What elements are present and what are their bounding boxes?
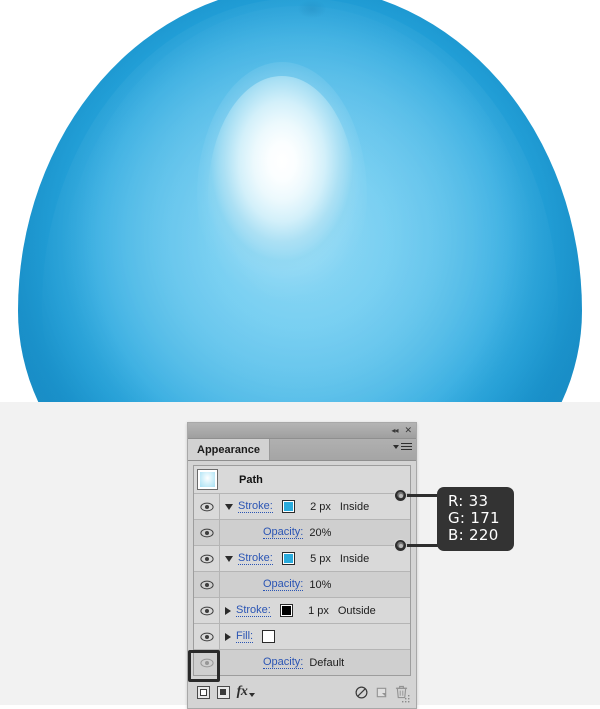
fx-caret-icon [249, 692, 256, 697]
appearance-row-stroke-2[interactable]: Stroke: 5 px Inside [194, 546, 410, 572]
path-thumbnail [197, 469, 218, 490]
visibility-toggle-opacity-1[interactable] [194, 520, 220, 545]
rgb-red-value: R: 33 [448, 492, 489, 510]
add-new-fill-icon [216, 685, 230, 699]
stroke-link-3[interactable]: Stroke: [236, 604, 271, 617]
stroke-link-1[interactable]: Stroke: [238, 500, 273, 513]
disclosure-triangle-stroke-3[interactable] [225, 606, 231, 615]
eye-icon [199, 606, 214, 615]
fill-color-swatch[interactable] [262, 630, 276, 643]
add-new-stroke-icon [196, 685, 210, 699]
stroke-width-1[interactable]: 2 px [303, 501, 331, 513]
stroke-width-3[interactable]: 1 px [301, 605, 329, 617]
disclosure-triangle-stroke-2[interactable] [225, 555, 233, 562]
fx-icon: fx [236, 684, 248, 699]
stroke-width-2[interactable]: 5 px [303, 553, 331, 565]
eye-icon [199, 632, 214, 641]
path-label: Path [239, 473, 263, 486]
appearance-row-opacity-2[interactable]: Opacity: 10% [194, 572, 410, 598]
stroke-alignment-2[interactable]: Inside [340, 553, 369, 565]
stroke-color-swatch-2[interactable] [281, 552, 295, 565]
panel-menu-icon[interactable] [393, 443, 412, 450]
stroke-link-2[interactable]: Stroke: [238, 552, 273, 565]
appearance-row-path[interactable]: Path [194, 466, 410, 494]
eye-icon [199, 554, 214, 563]
artwork-canvas [0, 0, 600, 402]
duplicate-item-button[interactable] [371, 683, 391, 701]
opacity-link-1[interactable]: Opacity: [263, 526, 304, 539]
tab-appearance-label: Appearance [197, 443, 260, 456]
opacity-value-1[interactable]: 20% [309, 527, 331, 539]
visibility-toggle-stroke-3[interactable] [194, 598, 220, 623]
panel-bottom-toolbar: fx [193, 680, 411, 704]
eye-icon [199, 502, 214, 511]
collapse-to-icons-icon[interactable]: ◂◂ [391, 426, 398, 435]
opacity-value-default[interactable]: Default [309, 657, 344, 669]
callout-anchor-stroke-1 [394, 489, 407, 502]
egg-top-spot [298, 0, 326, 18]
appearance-row-opacity-default[interactable]: Opacity: Default [194, 650, 410, 675]
opacity-value-2[interactable]: 10% [309, 579, 331, 591]
appearance-row-stroke-1[interactable]: Stroke: 2 px Inside [194, 494, 410, 520]
stroke-alignment-1[interactable]: Inside [340, 501, 369, 513]
visibility-toggle-opacity-default[interactable] [194, 650, 220, 675]
add-new-stroke-button[interactable] [193, 683, 213, 701]
rgb-blue-value: B: 220 [448, 526, 499, 544]
close-icon[interactable]: ✕ [404, 426, 412, 435]
visibility-toggle-opacity-2[interactable] [194, 572, 220, 597]
panel-titlebar[interactable]: ◂◂ ✕ [188, 423, 416, 439]
panel-tabbar: Appearance [188, 439, 416, 461]
rgb-green-value: G: 171 [448, 509, 500, 527]
duplicate-item-icon [376, 687, 386, 697]
eye-icon [199, 580, 214, 589]
stroke-color-swatch-3[interactable] [279, 604, 293, 617]
appearance-row-stroke-3[interactable]: Stroke: 1 px Outside [194, 598, 410, 624]
add-new-fill-button[interactable] [213, 683, 233, 701]
clear-appearance-icon [355, 686, 367, 698]
visibility-toggle-stroke-2[interactable] [194, 546, 220, 571]
opacity-link-default[interactable]: Opacity: [263, 656, 304, 669]
disclosure-triangle-fill[interactable] [225, 632, 231, 641]
appearance-row-opacity-1[interactable]: Opacity: 20% [194, 520, 410, 546]
clear-appearance-button[interactable] [351, 683, 371, 701]
visibility-toggle-fill[interactable] [194, 624, 220, 649]
stroke-alignment-3[interactable]: Outside [338, 605, 376, 617]
panel-menu-lines-icon [401, 443, 412, 450]
visibility-toggle-stroke-1[interactable] [194, 494, 220, 519]
eye-icon [199, 658, 214, 667]
appearance-item-list: Path Stroke: 2 px Inside Opacity: 20% St… [193, 465, 411, 676]
resize-grip[interactable] [401, 694, 411, 704]
disclosure-triangle-stroke-1[interactable] [225, 503, 233, 510]
rgb-callout: R: 33 G: 171 B: 220 [437, 487, 514, 551]
stroke-color-swatch-1[interactable] [281, 500, 295, 513]
tab-appearance[interactable]: Appearance [188, 439, 270, 460]
fill-link[interactable]: Fill: [236, 630, 254, 643]
callout-anchor-stroke-2 [394, 539, 407, 552]
eye-icon [199, 528, 214, 537]
appearance-row-fill[interactable]: Fill: [194, 624, 410, 650]
appearance-panel: ◂◂ ✕ Appearance Path Stroke: 2 px Inside… [187, 422, 417, 709]
add-effect-button[interactable]: fx [233, 683, 259, 701]
opacity-link-2[interactable]: Opacity: [263, 578, 304, 591]
panel-menu-caret-icon [393, 444, 399, 449]
